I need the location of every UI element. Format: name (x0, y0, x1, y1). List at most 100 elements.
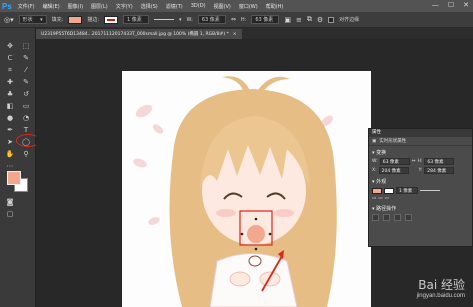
healing-brush-tool-icon[interactable]: ✚ (4, 78, 16, 86)
height-value: 63 像素 (427, 159, 444, 165)
menu-window[interactable]: 窗口(W) (239, 3, 258, 10)
stroke-cap-icon[interactable]: ▭ (378, 196, 382, 201)
watermark: Bai 经验 jingyan.baidu.com (417, 276, 465, 299)
stroke-join-icon[interactable]: ▭ (385, 196, 389, 201)
menu-3d[interactable]: 3D(D) (191, 3, 206, 9)
height-value: 63 像素 (255, 17, 274, 23)
stroke-color-swatch[interactable] (384, 187, 394, 194)
properties-tab[interactable]: 属性 (369, 129, 472, 137)
stroke-align-icon[interactable]: ▭ (372, 196, 376, 201)
intersect-shapes-button[interactable] (394, 214, 401, 221)
menu-view[interactable]: 视图(V) (214, 3, 231, 10)
size-row: W: 63 像素 ⇔ H: 63 像素 (369, 157, 472, 166)
path-selection-tool-icon[interactable]: ➤ (4, 138, 16, 146)
width-field[interactable]: 63 像素 (197, 15, 226, 24)
y-field[interactable]: 284 像素 (424, 167, 455, 174)
move-tool-icon[interactable]: ✥ (4, 42, 16, 50)
path-arrangement-icon[interactable]: ⧉ (307, 15, 312, 24)
type-tool-icon[interactable]: T (20, 126, 32, 134)
menu-select[interactable]: 选择(S) (141, 3, 158, 10)
fill-color-swatch[interactable] (68, 15, 83, 24)
anime-girl-illustration (133, 76, 337, 307)
lasso-tool-icon[interactable]: ᑕ (4, 54, 16, 62)
crop-tool-icon[interactable]: ⌗ (4, 66, 16, 74)
link-icon[interactable]: ⇔ (412, 159, 416, 164)
link-icon[interactable]: ⇔ (231, 16, 236, 23)
path-operations-icon[interactable]: ▣ (284, 16, 291, 24)
tools-panel: ✥ ⬚ ᑕ ✎ ⌗ ⁄ ✚ ✎ ♣ ↺ ◧ ▭ ● ◔ ✒ T ➤ ◯ ✋ ⚲ ⋯ ◙ ▢ (0, 28, 40, 307)
appearance-section-title[interactable]: ▾ 外观 (369, 175, 472, 186)
chevron-down-icon: ▾ (40, 16, 43, 23)
stroke-width-field[interactable]: 1 像素 (396, 187, 418, 194)
window-controls: — ☐ ✕ (432, 1, 469, 9)
zoom-tool-icon[interactable]: ⚲ (20, 150, 32, 158)
quick-select-tool-icon[interactable]: ✎ (20, 54, 32, 62)
subtract-shape-button[interactable] (383, 214, 390, 221)
width-field[interactable]: 63 像素 (379, 158, 410, 165)
close-button[interactable]: ✕ (463, 1, 469, 9)
transform-label: 变换 (376, 150, 387, 156)
more-tools-icon[interactable]: ⋯ (4, 162, 16, 170)
chevron-down-icon: ▾ (372, 179, 375, 185)
align-edges-checkbox[interactable] (328, 16, 335, 23)
height-field[interactable]: 63 像素 (251, 15, 280, 24)
stroke-width-value: 1 像素 (127, 17, 142, 23)
watermark-title: Bai 经验 (418, 278, 465, 292)
menu-help[interactable]: 帮助(H) (266, 3, 284, 10)
menu-type[interactable]: 文字(Y) (116, 3, 133, 10)
eraser-tool-icon[interactable]: ◧ (4, 102, 16, 110)
eyedropper-tool-icon[interactable]: ⁄ (20, 66, 32, 74)
width-value: 63 像素 (201, 17, 220, 23)
appearance-row: 1 像素 (369, 186, 472, 195)
history-brush-tool-icon[interactable]: ↺ (20, 90, 32, 98)
stroke-type-select[interactable] (154, 19, 174, 20)
close-tab-icon[interactable]: × (233, 32, 237, 37)
maximize-button[interactable]: ☐ (448, 1, 454, 9)
align-edges-label: 对齐边缘 (339, 17, 360, 23)
mode-select[interactable]: 形状 ▾ (18, 15, 47, 24)
menu-file[interactable]: 文件(F) (18, 3, 35, 10)
menu-image[interactable]: 图像(I) (68, 3, 83, 10)
pen-tool-icon[interactable]: ✒ (4, 126, 16, 134)
chevron-down-icon: ▾ (179, 16, 182, 23)
path-alignment-icon[interactable]: ≡ (296, 16, 302, 24)
menu-layer[interactable]: 图层(L) (91, 3, 108, 10)
brush-tool-icon[interactable]: ✎ (20, 78, 32, 86)
canvas-area[interactable]: 属性 ▣ 实时形状属性 ▾ 变换 W: 63 像素 ⇔ H: 63 像素 X: … (36, 39, 473, 307)
hand-tool-icon[interactable]: ✋ (4, 150, 16, 158)
menu-edit[interactable]: 编辑(E) (43, 3, 60, 10)
stroke-type-select[interactable] (420, 190, 440, 191)
transform-section-title[interactable]: ▾ 变换 (369, 146, 472, 157)
w-label: W: (372, 159, 378, 164)
document-tab[interactable]: U2319P55T6D13484...20171112017433T_000sm… (36, 29, 242, 39)
foreground-color-swatch[interactable] (7, 171, 21, 185)
quick-mask-icon[interactable]: ◙ (4, 198, 16, 206)
ellipse-shape (247, 225, 265, 243)
mode-value: 形状 (22, 17, 33, 23)
properties-panel: 属性 ▣ 实时形状属性 ▾ 变换 W: 63 像素 ⇔ H: 63 像素 X: … (368, 128, 473, 247)
blur-tool-icon[interactable]: ● (4, 114, 16, 122)
fill-color-swatch[interactable] (372, 187, 382, 194)
marquee-tool-icon[interactable]: ⬚ (20, 42, 32, 50)
combine-shapes-button[interactable] (372, 214, 379, 221)
height-field[interactable]: 63 像素 (424, 158, 455, 165)
clone-stamp-tool-icon[interactable]: ♣ (4, 90, 16, 98)
dodge-tool-icon[interactable]: ◔ (20, 114, 32, 122)
menu-filter[interactable]: 滤镜(T) (166, 3, 183, 10)
document-canvas[interactable] (122, 71, 371, 307)
x-field[interactable]: 204 像素 (378, 167, 409, 174)
x-value: 204 像素 (381, 168, 401, 174)
fill-label: 填充: (51, 17, 64, 23)
ellipse-tool-preset-icon[interactable]: ◎▾ (4, 16, 14, 24)
shape-properties-icon: ▣ (372, 138, 377, 144)
gear-icon[interactable]: ⚙ (317, 16, 323, 24)
exclude-overlap-button[interactable] (405, 214, 412, 221)
stroke-color-swatch[interactable] (104, 15, 118, 24)
path-operations-label: 路径操作 (376, 206, 397, 212)
minimize-button[interactable]: — (432, 1, 439, 9)
gradient-tool-icon[interactable]: ▭ (20, 102, 32, 110)
screen-mode-icon[interactable]: ▢ (4, 210, 16, 218)
stroke-width-field[interactable]: 1 像素 (123, 15, 149, 24)
path-operations-section-title[interactable]: ▾ 路径操作 (369, 202, 472, 213)
height-label: H: (240, 16, 247, 23)
